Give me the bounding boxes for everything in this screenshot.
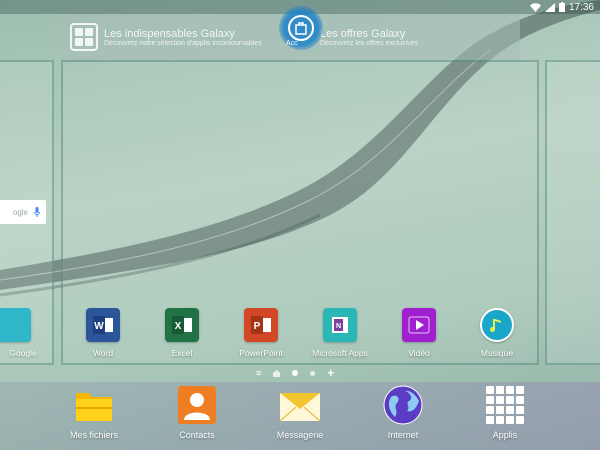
galaxy-apps-icon [70, 23, 98, 51]
app-label: PowerPoint [239, 348, 283, 358]
page-dot[interactable] [310, 370, 316, 376]
powerpoint-icon: P [244, 308, 278, 342]
dock-app-label: Contacts [179, 430, 215, 440]
search-widget-text: ogle [12, 207, 28, 217]
dock-app-internet[interactable]: Internet [358, 385, 448, 440]
app-label: Microsoft Apps [312, 348, 368, 358]
app-label: Google [9, 348, 37, 358]
music-icon [480, 308, 514, 342]
menu-lines-icon[interactable]: ≡ [256, 368, 261, 378]
apps-grid-icon [485, 386, 525, 424]
google-folder-icon [0, 308, 31, 342]
app-video[interactable]: Vidéo [379, 308, 459, 358]
page-dot-current[interactable] [292, 370, 299, 376]
excel-icon: X [165, 308, 199, 342]
folder-icon [74, 386, 114, 424]
banner-description: Découvrez notre sélection d'applis incon… [104, 39, 262, 47]
app-google[interactable]: Google [0, 308, 54, 358]
app-label: Word [92, 348, 114, 358]
word-icon: W [86, 308, 120, 342]
microphone-icon[interactable] [34, 207, 40, 217]
banner-item-essentials[interactable]: Les indispensables Galaxy Découvrez notr… [60, 23, 290, 51]
banner-item-offers[interactable]: Les offres Galaxy Découvrez les offres e… [290, 28, 520, 47]
app-excel[interactable]: X Excel [142, 308, 222, 358]
dock-app-label: Applis [492, 430, 518, 440]
microsoft-apps-icon: N [323, 308, 357, 342]
status-time: 17:36 [568, 1, 594, 13]
app-music[interactable]: Musique [457, 308, 537, 358]
banner-description: Découvrez les offres exclusives [320, 39, 418, 47]
home-icon [295, 22, 307, 35]
app-label: Musique [480, 348, 514, 358]
app-label: Excel [171, 348, 193, 358]
dock-app-messaging[interactable]: Messagerie [255, 386, 345, 440]
banner-title: Les offres Galaxy [320, 27, 406, 40]
dock-app-my-files[interactable]: Mes fichiers [49, 386, 139, 440]
dock-app-label: Messagerie [276, 430, 324, 440]
signal-icon [544, 2, 555, 12]
home-page-right[interactable] [545, 60, 600, 365]
google-search-widget[interactable]: ogle [0, 200, 46, 224]
mail-icon [280, 386, 320, 424]
video-icon [402, 308, 436, 342]
app-powerpoint[interactable]: P PowerPoint [221, 308, 301, 358]
battery-icon [558, 2, 565, 12]
internet-icon [383, 385, 423, 425]
app-word[interactable]: W Word [63, 308, 143, 358]
dock-app-label: Mes fichiers [69, 430, 118, 440]
banner-title: Les indispensables Galaxy [104, 27, 235, 40]
app-microsoft-apps[interactable]: N Microsoft Apps [300, 308, 380, 358]
contacts-icon [177, 386, 217, 424]
add-page-icon[interactable]: + [327, 366, 334, 380]
svg-text:P: P [254, 321, 261, 332]
svg-text:W: W [94, 321, 104, 332]
svg-text:X: X [175, 321, 182, 332]
page-indicator: ≡ + [256, 366, 346, 380]
wifi-icon [529, 2, 541, 12]
home-page-label: Acc [286, 40, 298, 47]
home-page-icon[interactable] [273, 369, 281, 377]
dock-app-apps[interactable]: Applis [460, 386, 550, 440]
svg-text:N: N [336, 323, 341, 330]
app-label: Vidéo [408, 348, 430, 358]
dock-app-contacts[interactable]: Contacts [152, 386, 242, 440]
dock-app-label: Internet [387, 430, 419, 440]
